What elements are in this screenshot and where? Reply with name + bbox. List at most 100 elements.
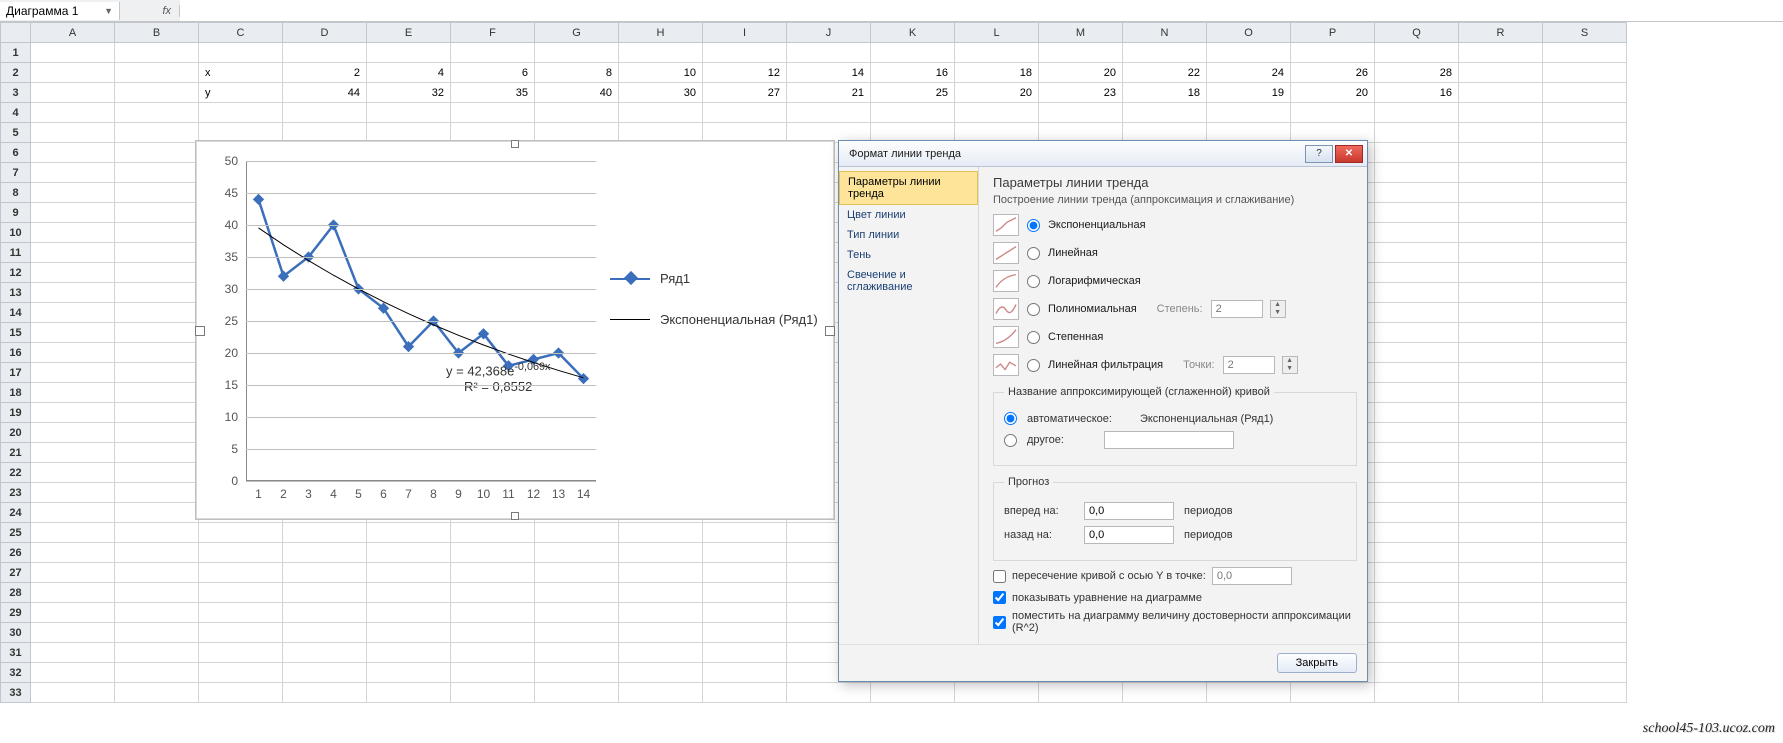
cell[interactable]: 26 bbox=[1291, 63, 1375, 83]
cell[interactable] bbox=[451, 543, 535, 563]
cell[interactable] bbox=[1375, 503, 1459, 523]
row-header[interactable]: 29 bbox=[1, 603, 31, 623]
radio-name-auto[interactable] bbox=[1004, 412, 1017, 425]
cell[interactable] bbox=[1375, 223, 1459, 243]
cell[interactable] bbox=[115, 103, 199, 123]
cell[interactable] bbox=[1459, 123, 1543, 143]
cell[interactable] bbox=[1543, 283, 1627, 303]
cell[interactable] bbox=[115, 83, 199, 103]
col-header[interactable]: B bbox=[115, 23, 199, 43]
col-header[interactable]: N bbox=[1123, 23, 1207, 43]
cell[interactable] bbox=[619, 683, 703, 703]
cell[interactable] bbox=[31, 203, 115, 223]
cell[interactable] bbox=[535, 683, 619, 703]
cell[interactable] bbox=[1459, 403, 1543, 423]
cell[interactable] bbox=[115, 123, 199, 143]
cell[interactable] bbox=[199, 643, 283, 663]
cell[interactable] bbox=[1459, 223, 1543, 243]
cell[interactable] bbox=[1459, 63, 1543, 83]
col-header[interactable]: Q bbox=[1375, 23, 1459, 43]
cell[interactable] bbox=[871, 683, 955, 703]
cell[interactable] bbox=[1543, 203, 1627, 223]
option-linear[interactable]: Линейная bbox=[993, 242, 1357, 264]
cell[interactable] bbox=[1459, 243, 1543, 263]
cell[interactable]: 10 bbox=[619, 63, 703, 83]
cell[interactable] bbox=[115, 323, 199, 343]
cell[interactable] bbox=[1543, 343, 1627, 363]
cell[interactable] bbox=[1543, 363, 1627, 383]
cell[interactable] bbox=[1459, 623, 1543, 643]
cell[interactable] bbox=[115, 163, 199, 183]
cell[interactable] bbox=[283, 43, 367, 63]
col-header[interactable]: I bbox=[703, 23, 787, 43]
cell[interactable] bbox=[115, 463, 199, 483]
cell[interactable] bbox=[619, 583, 703, 603]
cell[interactable] bbox=[1459, 163, 1543, 183]
cell[interactable] bbox=[1039, 683, 1123, 703]
cell[interactable]: 20 bbox=[1291, 83, 1375, 103]
cell[interactable] bbox=[115, 683, 199, 703]
cell[interactable] bbox=[1543, 423, 1627, 443]
cell[interactable] bbox=[115, 263, 199, 283]
col-header[interactable]: R bbox=[1459, 23, 1543, 43]
cell[interactable] bbox=[535, 543, 619, 563]
cell[interactable] bbox=[1459, 503, 1543, 523]
cell[interactable] bbox=[871, 103, 955, 123]
option-polynomial[interactable]: Полиномиальная Степень: ▲▼ bbox=[993, 298, 1357, 320]
cell[interactable]: 44 bbox=[283, 83, 367, 103]
cell[interactable] bbox=[535, 643, 619, 663]
row-header[interactable]: 9 bbox=[1, 203, 31, 223]
backward-field[interactable] bbox=[1084, 526, 1174, 544]
cell[interactable] bbox=[1375, 283, 1459, 303]
cell[interactable] bbox=[451, 523, 535, 543]
cell[interactable]: 12 bbox=[703, 63, 787, 83]
cell[interactable] bbox=[31, 603, 115, 623]
cell[interactable] bbox=[703, 623, 787, 643]
cell[interactable] bbox=[619, 43, 703, 63]
cell[interactable] bbox=[703, 583, 787, 603]
col-header[interactable]: D bbox=[283, 23, 367, 43]
cell[interactable] bbox=[451, 563, 535, 583]
cell[interactable] bbox=[115, 543, 199, 563]
row-header[interactable]: 14 bbox=[1, 303, 31, 323]
cell[interactable] bbox=[619, 563, 703, 583]
cell[interactable] bbox=[31, 223, 115, 243]
cell[interactable] bbox=[619, 623, 703, 643]
cell[interactable] bbox=[1375, 423, 1459, 443]
cell[interactable] bbox=[1543, 43, 1627, 63]
cell[interactable] bbox=[283, 603, 367, 623]
cell[interactable] bbox=[367, 543, 451, 563]
cell[interactable] bbox=[31, 143, 115, 163]
row-header[interactable]: 1 bbox=[1, 43, 31, 63]
cell[interactable] bbox=[1123, 43, 1207, 63]
cell[interactable] bbox=[1375, 383, 1459, 403]
cell[interactable] bbox=[115, 503, 199, 523]
cell[interactable] bbox=[1375, 483, 1459, 503]
cell[interactable] bbox=[283, 663, 367, 683]
col-header[interactable]: J bbox=[787, 23, 871, 43]
cell[interactable] bbox=[619, 603, 703, 623]
cell[interactable] bbox=[1459, 103, 1543, 123]
cell[interactable] bbox=[115, 283, 199, 303]
cell[interactable] bbox=[535, 603, 619, 623]
cell[interactable] bbox=[703, 563, 787, 583]
cell[interactable] bbox=[1123, 683, 1207, 703]
cell[interactable] bbox=[1207, 103, 1291, 123]
cell[interactable] bbox=[31, 403, 115, 423]
row-header[interactable]: 8 bbox=[1, 183, 31, 203]
cell[interactable] bbox=[1543, 683, 1627, 703]
cell[interactable] bbox=[115, 583, 199, 603]
cell[interactable] bbox=[1459, 483, 1543, 503]
radio-exponential[interactable] bbox=[1027, 219, 1040, 232]
radio-linear[interactable] bbox=[1027, 247, 1040, 260]
cell[interactable] bbox=[1375, 143, 1459, 163]
cell[interactable] bbox=[115, 623, 199, 643]
row-header[interactable]: 15 bbox=[1, 323, 31, 343]
cell[interactable] bbox=[199, 603, 283, 623]
col-header[interactable]: P bbox=[1291, 23, 1375, 43]
cell[interactable] bbox=[1375, 103, 1459, 123]
cell[interactable] bbox=[1543, 463, 1627, 483]
radio-moving-average[interactable] bbox=[1027, 359, 1040, 372]
chart-legend[interactable]: Ряд1 Экспоненциальная (Ряд1) bbox=[610, 271, 820, 353]
cell[interactable] bbox=[1459, 143, 1543, 163]
